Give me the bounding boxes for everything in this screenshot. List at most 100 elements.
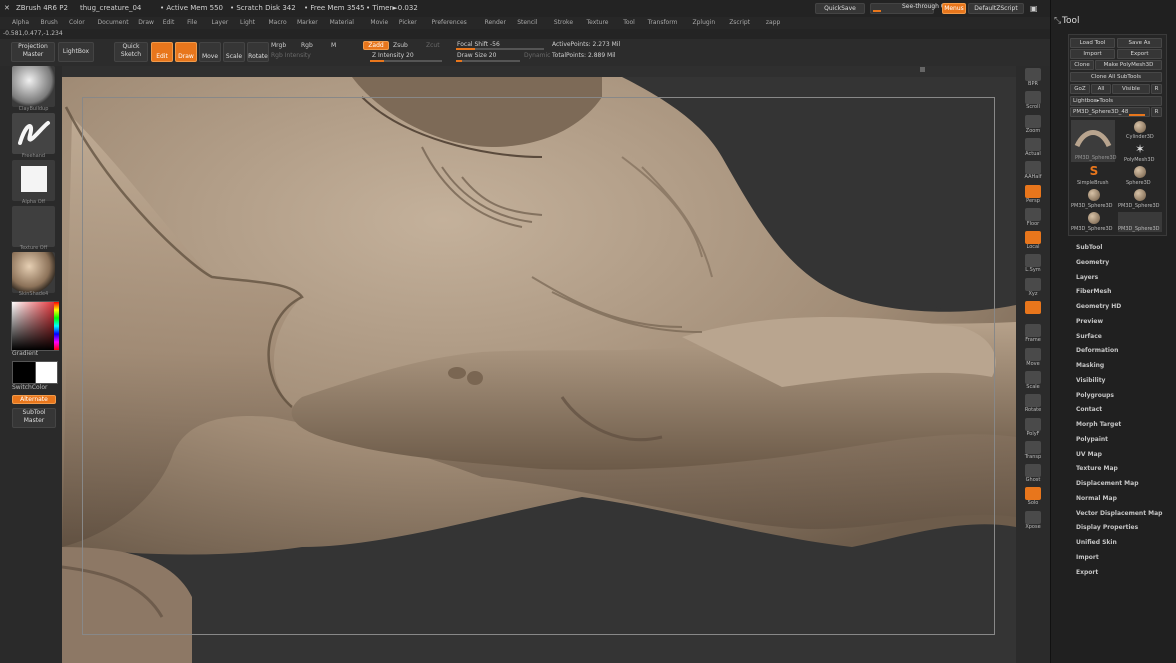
material-thumbnail[interactable] xyxy=(12,252,55,293)
brush-thumbnail[interactable] xyxy=(12,66,55,107)
subpalette-import[interactable]: Import xyxy=(1076,554,1099,561)
alternate-button[interactable]: Alternate xyxy=(12,395,56,404)
rotate-button[interactable]: Rotate xyxy=(247,42,269,62)
subpalette-displacement-map[interactable]: Displacement Map xyxy=(1076,480,1139,487)
shelf-ghost-button[interactable]: Ghost xyxy=(1021,464,1045,486)
shelf-local-button[interactable]: Local xyxy=(1021,231,1045,253)
menu-marker[interactable]: Marker xyxy=(297,17,318,29)
shelf-transp-button[interactable]: Transp xyxy=(1021,440,1045,463)
projection-master-button[interactable]: Projection Master xyxy=(11,42,55,62)
menu-zscript[interactable]: Zscript xyxy=(729,17,750,29)
see-through-slider[interactable]: See-through 0 xyxy=(870,3,945,14)
import-button[interactable]: Import xyxy=(1070,49,1115,59)
shelf-blank-button[interactable] xyxy=(1021,301,1045,323)
shelf-polyf-button[interactable]: PolyF xyxy=(1021,417,1045,440)
shelf-scale-button[interactable]: Scale xyxy=(1021,370,1045,393)
zsub-button[interactable]: Zsub xyxy=(393,42,408,49)
subpalette-normal-map[interactable]: Normal Map xyxy=(1076,495,1117,502)
menu-picker[interactable]: Picker xyxy=(399,17,417,29)
shelf-scroll-button[interactable]: Scroll xyxy=(1021,91,1045,113)
menu-zplugin[interactable]: Zplugin xyxy=(693,17,716,29)
switch-color-button[interactable]: SwitchColor xyxy=(12,384,48,391)
subpalette-geometry[interactable]: Geometry xyxy=(1076,259,1109,266)
subpalette-visibility[interactable]: Visibility xyxy=(1076,377,1105,384)
r-button[interactable]: R xyxy=(1151,84,1162,94)
subpalette-texture-map[interactable]: Texture Map xyxy=(1076,465,1118,472)
zcut-button[interactable]: Zcut xyxy=(426,42,440,49)
shelf-lsym-button[interactable]: L.Sym xyxy=(1021,254,1045,276)
shelf-xyz-button[interactable]: Xyz xyxy=(1021,277,1045,300)
menu-transform[interactable]: Transform xyxy=(648,17,678,29)
shelf-actual-button[interactable]: Actual xyxy=(1021,137,1045,160)
goz-all-button[interactable]: All xyxy=(1091,84,1111,94)
shelf-floor-button[interactable]: Floor xyxy=(1021,207,1045,230)
menu-edit[interactable]: Edit xyxy=(163,17,175,29)
shelf-aahalf-button[interactable]: AAHalf xyxy=(1021,161,1045,183)
draw-button[interactable]: Draw xyxy=(175,42,197,62)
canvas-scrollbar[interactable] xyxy=(62,66,1016,77)
menu-texture[interactable]: Texture xyxy=(587,17,609,29)
subtool-master-button[interactable]: SubTool Master xyxy=(12,408,56,428)
menu-alpha[interactable]: Alpha xyxy=(12,17,29,29)
canvas-viewport[interactable] xyxy=(62,77,1016,663)
visible-button[interactable]: Visible xyxy=(1112,84,1150,94)
window-icon[interactable]: ▣ xyxy=(1030,0,1038,17)
subpalette-layers[interactable]: Layers xyxy=(1076,274,1098,281)
save-as-button[interactable]: Save As xyxy=(1117,38,1162,48)
menu-draw[interactable]: Draw xyxy=(138,17,154,29)
dynamic-button[interactable]: Dynamic xyxy=(524,52,550,59)
menu-color[interactable]: Color xyxy=(69,17,85,29)
draw-size-track[interactable] xyxy=(456,60,520,62)
m-button[interactable]: M xyxy=(331,42,336,49)
edit-button[interactable]: Edit xyxy=(151,42,173,62)
mrgb-button[interactable]: Mrgb xyxy=(271,42,286,49)
move-button[interactable]: Move xyxy=(199,42,221,62)
subpalette-polygroups[interactable]: Polygroups xyxy=(1076,392,1114,399)
rgb-button[interactable]: Rgb xyxy=(301,42,313,49)
draw-size-slider[interactable]: Draw Size 20 xyxy=(457,52,496,59)
shelf-xpose-button[interactable]: Xpose xyxy=(1021,510,1045,533)
subpalette-preview[interactable]: Preview xyxy=(1076,318,1103,325)
clone-button[interactable]: Clone xyxy=(1070,60,1094,70)
scroll-handle[interactable] xyxy=(920,67,925,72)
shelf-persp-button[interactable]: Persp xyxy=(1021,184,1045,207)
texture-thumbnail[interactable] xyxy=(12,206,55,247)
sculpt-model[interactable] xyxy=(62,77,1016,663)
main-color-swatch[interactable] xyxy=(12,361,36,384)
subpalette-display-properties[interactable]: Display Properties xyxy=(1076,524,1138,531)
menu-document[interactable]: Document xyxy=(98,17,129,29)
menu-layer[interactable]: Layer xyxy=(212,17,229,29)
load-tool-button[interactable]: Load Tool xyxy=(1070,38,1115,48)
subpalette-subtool[interactable]: SubTool xyxy=(1076,244,1102,251)
quicksave-button[interactable]: QuickSave xyxy=(815,3,865,14)
menu-file[interactable]: File xyxy=(187,17,197,29)
subpalette-surface[interactable]: Surface xyxy=(1076,333,1102,340)
lightbox-tools-button[interactable]: Lightbox▸Tools xyxy=(1070,96,1162,106)
alpha-thumbnail[interactable] xyxy=(12,160,55,201)
subpalette-vector-displacement-map[interactable]: Vector Displacement Map xyxy=(1076,510,1162,517)
z-intensity-slider[interactable]: Z Intensity 20 xyxy=(372,52,414,59)
subpalette-morph-target[interactable]: Morph Target xyxy=(1076,421,1121,428)
subpalette-unified-skin[interactable]: Unified Skin xyxy=(1076,539,1117,546)
shelf-rotate-button[interactable]: Rotate xyxy=(1021,394,1045,416)
current-tool-slider[interactable]: PM3D_Sphere3D_48 xyxy=(1070,107,1150,117)
gradient-toggle[interactable]: Gradient xyxy=(12,350,38,357)
menu-zapp[interactable]: zapp xyxy=(766,17,780,29)
tool-palette-title[interactable]: Tool xyxy=(1062,16,1079,26)
export-button[interactable]: Export xyxy=(1117,49,1162,59)
shelf-zoom-button[interactable]: Zoom xyxy=(1021,114,1045,137)
menu-preferences[interactable]: Preferences xyxy=(432,17,467,29)
goz-button[interactable]: GoZ xyxy=(1070,84,1090,94)
lightbox-button[interactable]: LightBox xyxy=(58,42,94,62)
subpalette-fibermesh[interactable]: FiberMesh xyxy=(1076,288,1111,295)
menu-render[interactable]: Render xyxy=(485,17,506,29)
subpalette-geometry-hd[interactable]: Geometry HD xyxy=(1076,303,1121,310)
active-tool-thumbnail[interactable]: PM3D_Sphere3D xyxy=(1071,120,1117,162)
menu-tool[interactable]: Tool xyxy=(623,17,635,29)
z-intensity-track[interactable] xyxy=(370,60,442,62)
menu-brush[interactable]: Brush xyxy=(41,17,58,29)
shelf-bpr-button[interactable]: BPR xyxy=(1021,68,1045,90)
scale-button[interactable]: Scale xyxy=(223,42,245,62)
subpalette-polypaint[interactable]: Polypaint xyxy=(1076,436,1108,443)
menu-movie[interactable]: Movie xyxy=(370,17,388,29)
